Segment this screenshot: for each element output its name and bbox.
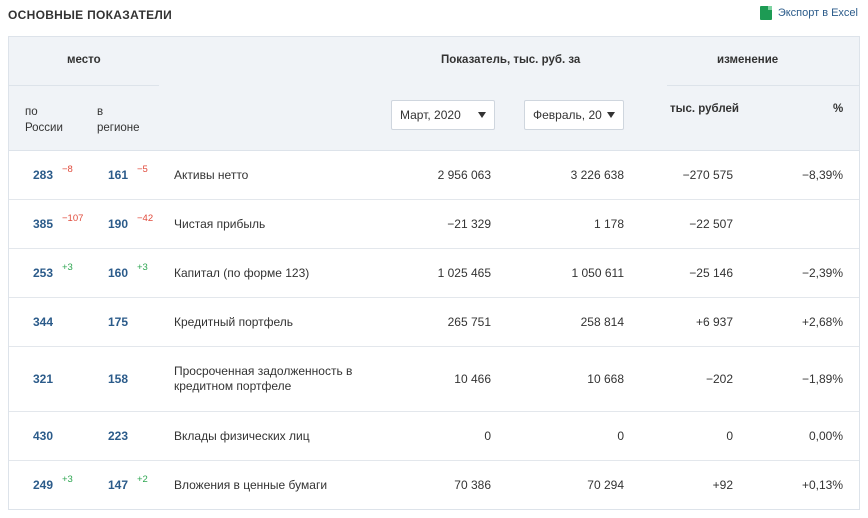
indicator-name: Капитал (по форме 123) [174,265,310,280]
change-value: −25 146 [689,265,733,280]
period1-value: −21 329 [447,216,491,231]
change-percent: −1,89% [801,371,843,386]
change-value: −270 575 [682,167,733,182]
change-value: −202 [705,371,733,386]
table-header: место Показатель, тыс. руб. за изменение… [9,37,859,151]
change-value: 0 [726,428,733,443]
region-rank-delta: −42 [137,212,154,224]
change-value: +92 [712,477,733,492]
period1-value: 0 [484,428,491,443]
period1-value: 70 386 [454,477,491,492]
russia-rank-delta: −107 [62,212,84,224]
chevron-down-icon [478,112,486,118]
indicator-name: Чистая прибыль [174,216,266,231]
indicator-name: Кредитный портфель [174,314,294,329]
change-percent: 0,00% [808,428,843,443]
indicator-name: Просроченная задолженность в кредитном по… [174,363,353,393]
indicator-name: Активы нетто [174,167,249,182]
russia-rank-delta: +3 [62,261,73,273]
period2-select[interactable]: Февраль, 20 [524,100,624,130]
indicators-table: место Показатель, тыс. руб. за изменение… [8,36,860,510]
table-row: 430 223 Вклады физических лиц 0 0 0 0,00% [9,412,859,461]
russia-rank: 249 [33,477,54,492]
period1-value: 2 956 063 [437,167,491,182]
region-rank: 160 [108,265,129,280]
period2-value: 3 226 638 [570,167,624,182]
export-excel-label: Экспорт в Excel [777,7,858,19]
region-rank: 190 [108,216,129,231]
russia-rank-delta: −8 [62,163,73,175]
region-rank: 223 [108,428,129,443]
period1-value: 10 466 [454,371,491,386]
russia-rank-header: по России [25,106,63,134]
period2-value: 10 668 [587,371,624,386]
change-thousand-header: тыс. рублей [670,103,739,115]
table-row: 283 161 −8 −5 Активы нетто 2 956 063 3 226 638… [9,151,859,200]
russia-rank-delta: +3 [62,473,73,485]
period1-value: 1 025 465 [437,265,491,280]
table-row: 385 190 −107 −42 Чистая прибыль −21 329 1 178 −… [9,200,859,249]
period2-value: 258 814 [580,314,624,329]
region-rank: 161 [108,167,129,182]
region-rank-header: в регионе [97,106,140,134]
table-row: 253 160 +3 +3 Капитал (по форме 123) 1 025 46… [9,249,859,298]
change-percent: −2,39% [801,265,843,280]
chevron-down-icon [607,112,615,118]
table-row: 321 158 Просроченная задолженность в кредит… [9,347,859,412]
export-excel-link[interactable]: Экспорт в Excel [759,6,858,20]
region-rank-delta: +2 [137,473,148,485]
change-value: +6 937 [695,314,733,329]
period2-value: 70 294 [587,477,624,492]
indicator-header: Показатель, тыс. руб. за [441,54,581,66]
header-divider [667,85,859,86]
change-percent: +0,13% [801,477,843,492]
russia-rank: 344 [33,314,54,329]
change-header: изменение [717,54,779,66]
table-row: 249 147 +3 +2 Вложения в ценные бумаги 70 386… [9,461,859,509]
period2-value: 1 178 [593,216,624,231]
region-rank-delta: −5 [137,163,148,175]
change-percent-header: % [833,103,844,115]
russia-rank: 430 [33,428,54,443]
russia-rank: 283 [33,167,54,182]
region-rank: 175 [108,314,129,329]
region-rank: 158 [108,371,129,386]
period1-value: 265 751 [447,314,491,329]
page-title: ОСНОВНЫЕ ПОКАЗАТЕЛИ [8,8,173,22]
russia-rank: 321 [33,371,54,386]
change-percent: −8,39% [801,167,843,182]
indicator-name: Вложения в ценные бумаги [174,477,328,492]
excel-icon [759,6,772,20]
region-rank-delta: +3 [137,261,148,273]
change-value: −22 507 [689,216,733,231]
period2-value: 1 050 611 [571,265,625,280]
region-rank: 147 [108,477,129,492]
place-header: место [67,54,101,66]
russia-rank: 253 [33,265,54,280]
period2-value: 0 [617,428,624,443]
period1-select[interactable]: Март, 2020 [391,100,495,130]
table-row: 344 175 Кредитный портфель 265 751 258 814 +6… [9,298,859,347]
indicator-name: Вклады физических лиц [174,428,310,443]
russia-rank: 385 [33,216,54,231]
header-divider [9,85,159,86]
change-percent: +2,68% [801,314,843,329]
